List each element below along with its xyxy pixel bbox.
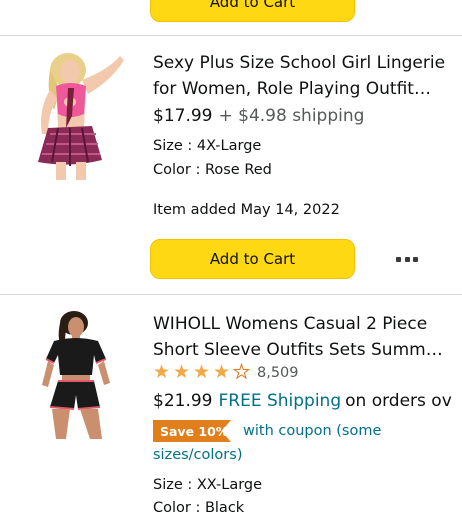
coupon-text-line1[interactable]: with coupon (some (153, 419, 433, 443)
price-row: $17.99 + $4.98 shipping (153, 106, 364, 126)
cart-item: WIHOLL Womens Casual 2 Piece Short Sleev… (0, 295, 462, 512)
product-title[interactable]: WIHOLL Womens Casual 2 Piece Short Sleev… (153, 311, 453, 363)
product-size: Size : XX-Large (153, 477, 263, 493)
star-empty-icon: ★ (233, 361, 251, 383)
more-options-icon[interactable] (396, 256, 418, 262)
cart-page: Add to Cart Sexy Plus Size School Girl L… (0, 0, 462, 512)
product-title-line1[interactable]: WIHOLL Womens Casual 2 Piece (153, 311, 453, 337)
product-image[interactable] (20, 50, 130, 180)
add-to-cart-button[interactable]: Add to Cart (150, 0, 355, 22)
product-title-line2[interactable]: for Women, Role Playing Outfit… (153, 76, 453, 102)
cart-item: Sexy Plus Size School Girl Lingerie for … (0, 36, 462, 294)
product-image[interactable] (20, 309, 130, 439)
star-full-icon: ★ (173, 361, 191, 383)
product-color: Color : Black (153, 500, 245, 512)
shipping-cost: + $4.98 shipping (218, 106, 365, 126)
price-row: $21.99 FREE Shipping on orders ov (153, 391, 452, 411)
previous-cart-item: Add to Cart (0, 0, 462, 36)
product-color: Color : Rose Red (153, 162, 272, 178)
product-rating[interactable]: ★ ★ ★ ★ ★ 8,509 (153, 361, 299, 383)
product-size: Size : 4X-Large (153, 138, 262, 154)
coupon-text-line2[interactable]: sizes/colors) (153, 447, 242, 463)
coupon-text[interactable]: with coupon (some sizes/colors) (153, 419, 433, 467)
add-to-cart-button[interactable]: Add to Cart (150, 239, 355, 279)
item-added-date: Item added May 14, 2022 (153, 202, 340, 218)
product-title[interactable]: Sexy Plus Size School Girl Lingerie for … (153, 50, 453, 102)
product-title-line1[interactable]: Sexy Plus Size School Girl Lingerie (153, 50, 453, 76)
product-price: $17.99 (153, 106, 213, 126)
rating-count[interactable]: 8,509 (257, 365, 299, 381)
free-shipping-link[interactable]: FREE Shipping (218, 391, 341, 411)
product-title-line2[interactable]: Short Sleeve Outfits Sets Summe… (153, 337, 453, 363)
star-full-icon: ★ (193, 361, 211, 383)
star-full-icon: ★ (213, 361, 231, 383)
shipping-condition: on orders ov (345, 391, 452, 411)
rating-stars: ★ ★ ★ ★ ★ (153, 361, 253, 383)
product-price: $21.99 (153, 391, 213, 411)
star-full-icon: ★ (153, 361, 171, 383)
